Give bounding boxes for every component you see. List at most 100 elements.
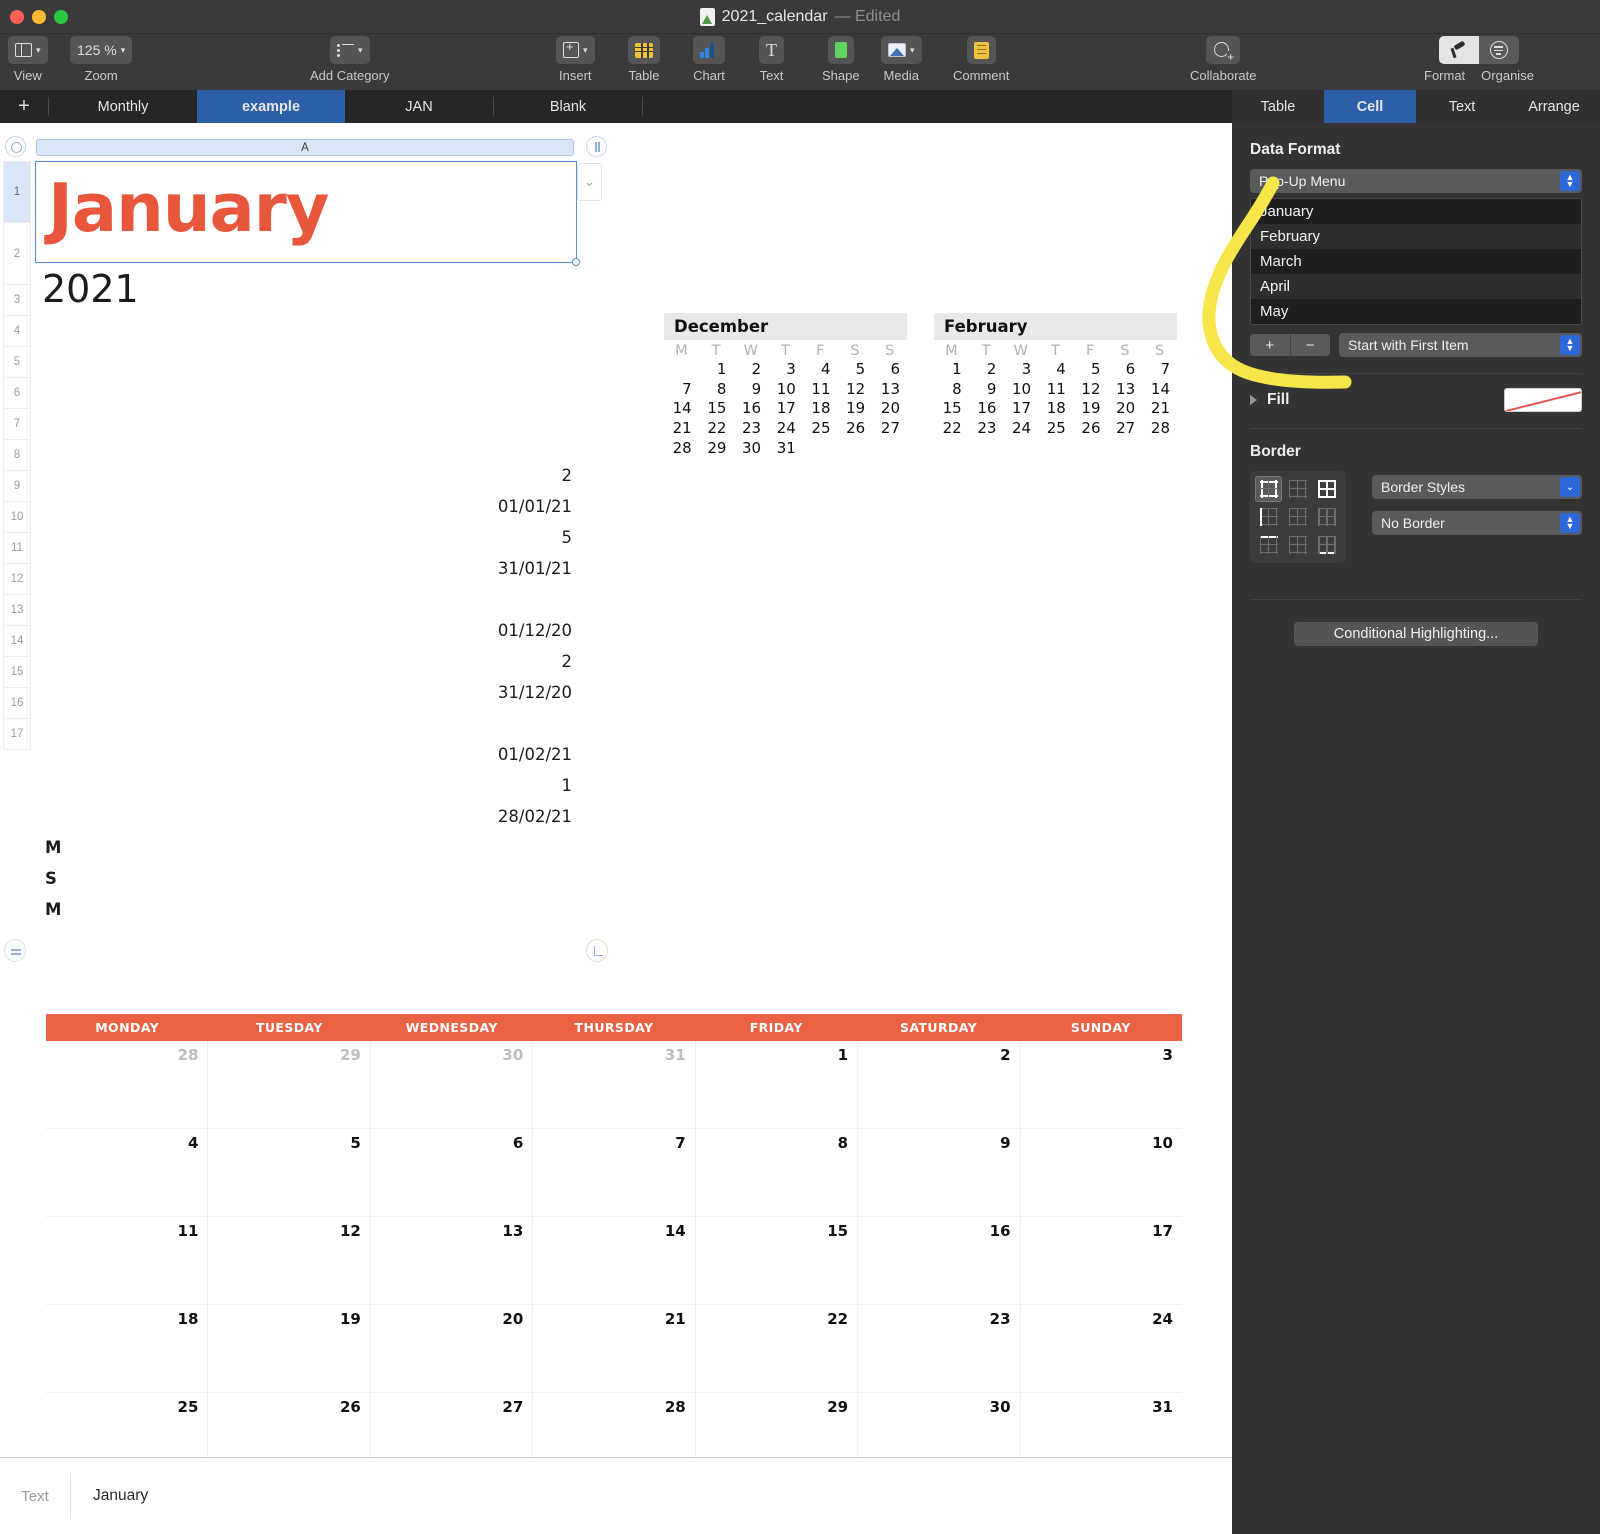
cell-a10[interactable]: 31/12/20 [372,683,572,702]
calendar-day-cell[interactable]: 28 [533,1393,696,1457]
popup-menu-items-list[interactable]: January February March April May [1250,198,1582,325]
toolbar-table[interactable]: Table [628,36,660,83]
row-header-1[interactable]: 1 [3,161,31,223]
calendar-day-cell[interactable]: 26 [208,1393,371,1457]
row-header-7[interactable]: 7 [3,409,31,440]
sheet-tab-example[interactable]: example [197,90,345,123]
border-preset-none[interactable] [1284,476,1311,502]
row-header-9[interactable]: 9 [3,471,31,502]
row-header-4[interactable]: 4 [3,316,31,347]
calendar-day-cell[interactable]: 31 [533,1041,696,1128]
row-header-14[interactable]: 14 [3,626,31,657]
calendar-day-cell[interactable]: 31 [1021,1393,1182,1457]
stepper-icon[interactable]: ▲ ▼ [1560,171,1580,191]
calendar-day-cell[interactable]: 9 [858,1129,1021,1216]
cell-a2[interactable]: 2021 [42,267,139,311]
row-header-2[interactable]: 2 [3,223,31,285]
cell-a16[interactable]: S [45,869,57,888]
border-preset-top[interactable] [1255,532,1282,558]
calendar-day-cell[interactable]: 21 [533,1305,696,1392]
chevron-down-icon[interactable]: ⌄ [1560,477,1580,497]
month-calendar[interactable]: MONDAY TUESDAY WEDNESDAY THURSDAY FRIDAY… [46,1014,1182,1457]
border-preset-left[interactable] [1255,504,1282,530]
add-sheet-button[interactable]: + [0,90,48,123]
list-item[interactable]: February [1251,224,1581,249]
border-value-select[interactable]: No Border ▲ ▼ [1372,511,1582,535]
row-header-16[interactable]: 16 [3,688,31,719]
row-header-8[interactable]: 8 [3,440,31,471]
cell-a4[interactable]: 01/01/21 [372,497,572,516]
row-header-17[interactable]: 17 [3,719,31,750]
calendar-day-cell[interactable]: 6 [371,1129,534,1216]
calendar-day-cell[interactable]: 29 [696,1393,859,1457]
calendar-day-cell[interactable]: 28 [46,1041,209,1128]
fill-row[interactable]: Fill [1250,388,1582,412]
spreadsheet-canvas[interactable]: A 1 2 3 4 5 6 7 8 9 10 11 12 13 14 15 16… [0,123,1232,1457]
toolbar-add-category[interactable]: ▾ Add Category [310,36,390,83]
toolbar-collaborate[interactable]: Collaborate [1190,36,1257,83]
border-preset-center-v[interactable] [1284,504,1311,530]
tab-table[interactable]: Table [1232,90,1324,123]
border-preset-all[interactable] [1314,476,1341,502]
stepper-icon[interactable]: ▲ ▼ [1560,335,1580,355]
calendar-day-cell[interactable]: 11 [46,1217,209,1304]
selected-cell-a1[interactable]: January [35,161,580,266]
calendar-day-cell[interactable]: 25 [46,1393,209,1457]
border-preset-outline[interactable] [1255,476,1283,502]
cell-a17[interactable]: M [45,900,61,919]
calendar-day-cell[interactable]: 3 [1021,1041,1182,1128]
toolbar-insert[interactable]: ▾ Insert [556,36,595,83]
calendar-day-cell[interactable]: 24 [1021,1305,1182,1392]
sheet-tab-blank[interactable]: Blank [494,90,642,123]
border-preset-bottom[interactable] [1314,532,1341,558]
sheet-tab-monthly[interactable]: Monthly [49,90,197,123]
calendar-day-cell[interactable]: 7 [533,1129,696,1216]
column-resize-handle[interactable] [586,136,607,157]
row-header-3[interactable]: 3 [3,285,31,316]
calendar-day-cell[interactable]: 20 [371,1305,534,1392]
cell-a14[interactable]: 28/02/21 [372,807,572,826]
tab-arrange[interactable]: Arrange [1508,90,1600,123]
column-header-a[interactable]: A [36,139,574,156]
toolbar-view[interactable]: ▾ View [8,36,48,83]
calendar-day-cell[interactable]: 17 [1021,1217,1182,1304]
border-preset-grid[interactable] [1250,471,1346,563]
stepper-icon[interactable]: ▲ ▼ [1560,513,1580,533]
table-corner-handle[interactable] [586,939,608,962]
row-header-5[interactable]: 5 [3,347,31,378]
toolbar-chart[interactable]: Chart [693,36,725,83]
calendar-day-cell[interactable]: 10 [1021,1129,1182,1216]
calendar-day-cell[interactable]: 2 [858,1041,1021,1128]
cell-a3[interactable]: 2 [372,466,573,485]
calendar-day-cell[interactable]: 15 [696,1217,859,1304]
calendar-day-cell[interactable]: 8 [696,1129,859,1216]
row-header-12[interactable]: 12 [3,564,31,595]
sheet-tab-jan[interactable]: JAN [345,90,493,123]
calendar-day-cell[interactable]: 4 [46,1129,209,1216]
cell-resize-handle[interactable] [572,258,580,266]
calendar-day-cell[interactable]: 12 [208,1217,371,1304]
fill-color-swatch[interactable] [1504,388,1582,412]
calendar-day-cell[interactable]: 19 [208,1305,371,1392]
toolbar-text[interactable]: T Text [759,36,784,83]
calendar-day-cell[interactable]: 23 [858,1305,1021,1392]
cell-a9[interactable]: 2 [372,652,573,671]
border-preset-center-h[interactable] [1284,532,1311,558]
list-item[interactable]: May [1251,299,1581,324]
toolbar-zoom[interactable]: 125 % ▾ Zoom [70,36,133,83]
popup-menu-chevron[interactable]: ⌄ [577,163,602,201]
toolbar-media[interactable]: ▾ Media [881,36,922,83]
toolbar-shape[interactable]: Shape [822,36,860,83]
calendar-day-cell[interactable]: 16 [858,1217,1021,1304]
calendar-day-cell[interactable]: 30 [371,1041,534,1128]
table-select-all-handle[interactable] [5,136,26,157]
disclosure-triangle-icon[interactable] [1250,395,1257,405]
calendar-day-cell[interactable]: 5 [208,1129,371,1216]
row-header-6[interactable]: 6 [3,378,31,409]
border-preset-right[interactable] [1314,504,1341,530]
data-format-select[interactable]: Pop-Up Menu ▲ ▼ [1250,169,1582,193]
calendar-day-cell[interactable]: 1 [696,1041,859,1128]
row-header-15[interactable]: 15 [3,657,31,688]
list-item[interactable]: April [1251,274,1581,299]
row-header-11[interactable]: 11 [3,533,31,564]
